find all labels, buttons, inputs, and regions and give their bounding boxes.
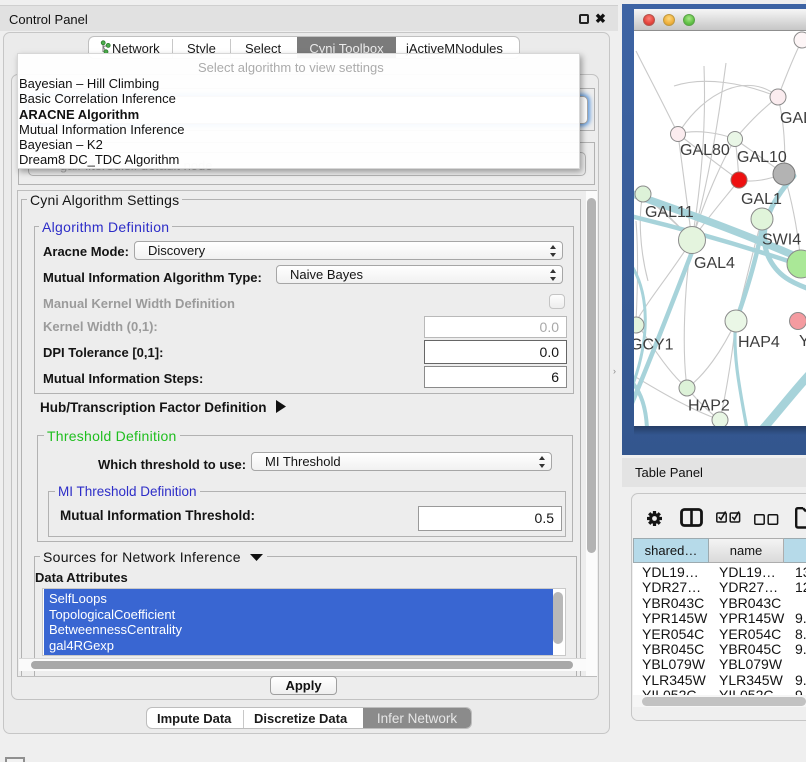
svg-text:SWI4: SWI4 bbox=[762, 232, 801, 249]
svg-text:Y: Y bbox=[799, 333, 806, 350]
svg-text:GAL11: GAL11 bbox=[645, 204, 694, 221]
svg-text:GAL1: GAL1 bbox=[741, 191, 782, 208]
svg-text:HAP2: HAP2 bbox=[688, 398, 730, 415]
svg-text:GAL4: GAL4 bbox=[694, 255, 735, 272]
svg-text:GAL80: GAL80 bbox=[680, 142, 730, 159]
svg-text:GAL10: GAL10 bbox=[737, 149, 787, 166]
svg-text:GAL7: GAL7 bbox=[780, 110, 806, 127]
svg-text:GCY1: GCY1 bbox=[634, 337, 674, 354]
svg-text:HAP4: HAP4 bbox=[738, 334, 780, 351]
